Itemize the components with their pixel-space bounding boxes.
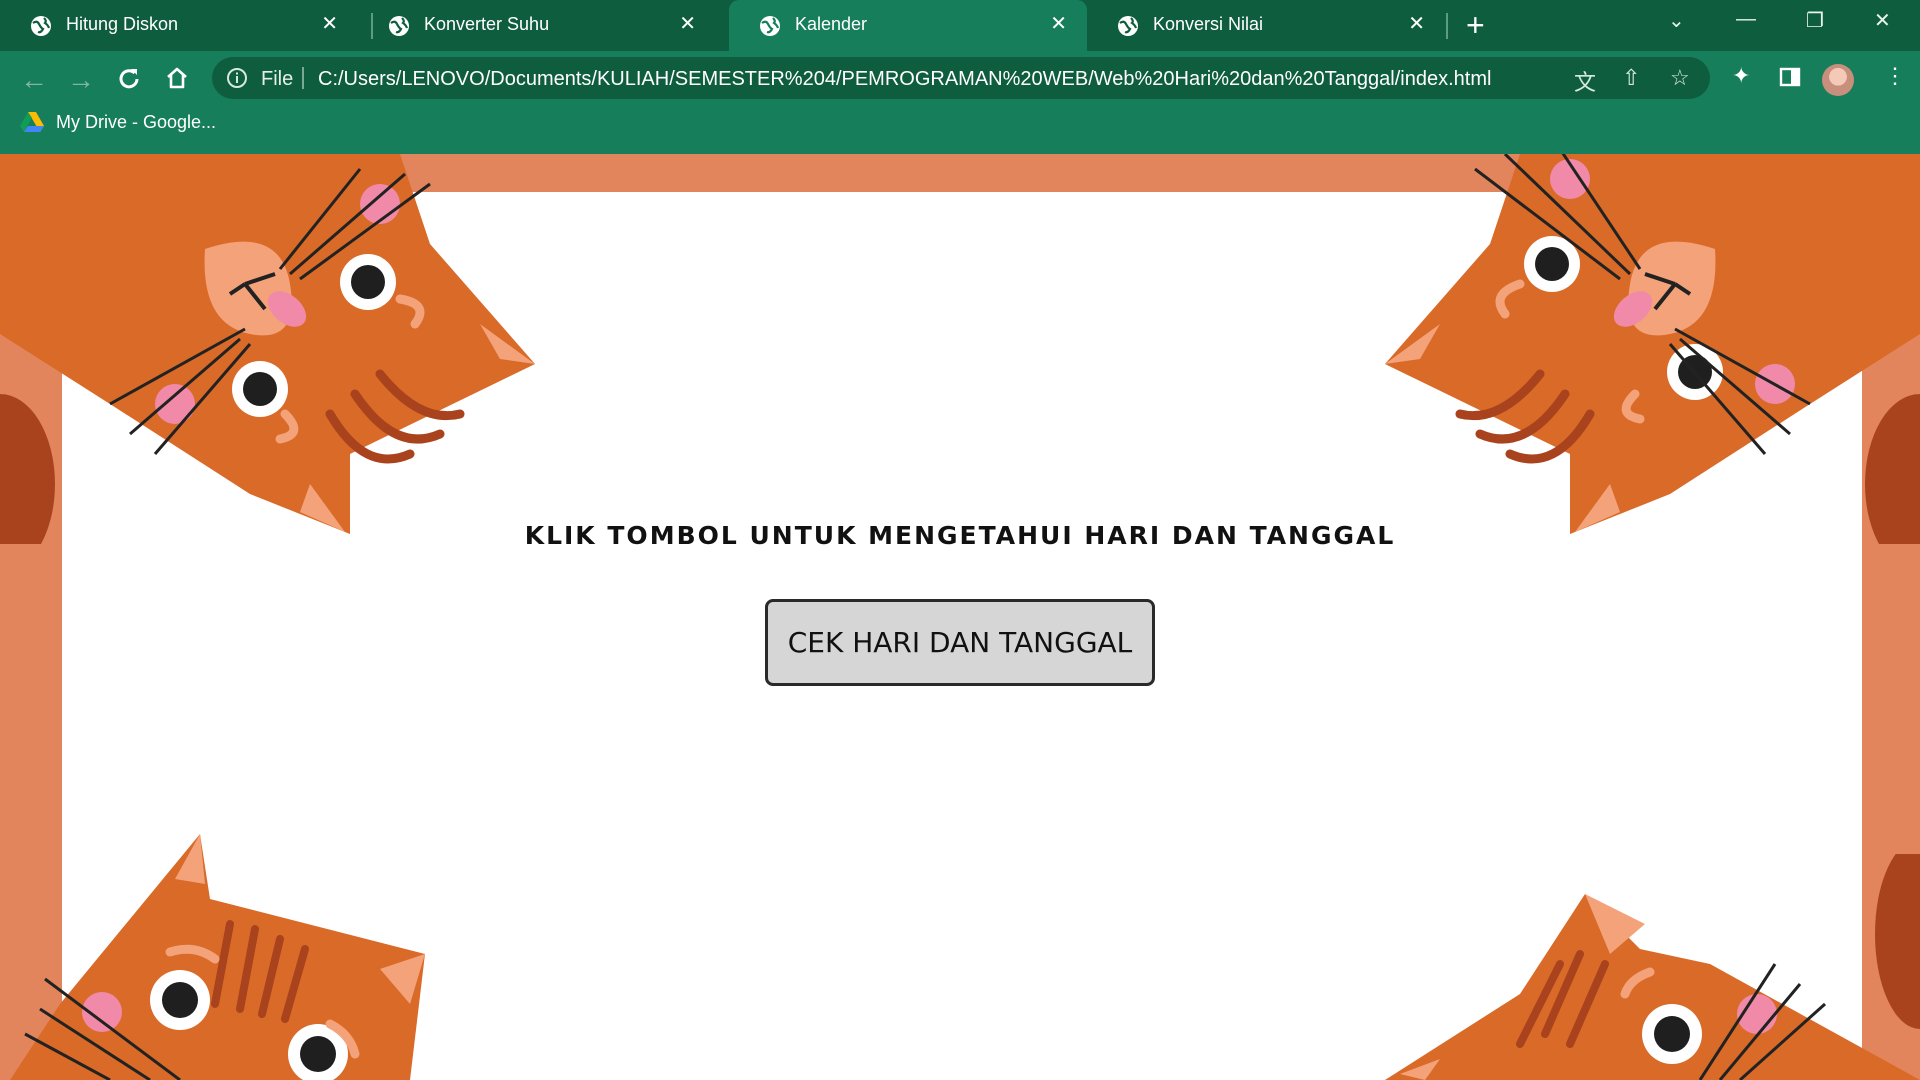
address-bar[interactable]: File C:/Users/LENOVO/Documents/KULIAH/SE… bbox=[212, 57, 1710, 99]
cat-illustration-top-left bbox=[0, 154, 535, 544]
tab-konverter-suhu[interactable]: Konverter Suhu ✕ bbox=[358, 0, 716, 51]
bookmark-my-drive[interactable]: My Drive - Google... bbox=[20, 111, 216, 133]
tab-title: Kalender bbox=[795, 14, 868, 34]
omnibox-divider bbox=[302, 67, 304, 89]
new-tab-button[interactable]: + bbox=[1466, 9, 1485, 41]
scheme-label: File bbox=[261, 68, 294, 90]
tab-separator bbox=[1446, 13, 1448, 39]
close-icon[interactable]: ✕ bbox=[1050, 13, 1067, 35]
tab-search-dropdown-icon[interactable]: ⌄ bbox=[1668, 8, 1685, 33]
url-text[interactable]: C:/Users/LENOVO/Documents/KULIAH/SEMESTE… bbox=[318, 68, 1491, 91]
side-panel-icon[interactable] bbox=[1779, 66, 1801, 88]
close-icon[interactable]: ✕ bbox=[1408, 13, 1425, 35]
globe-icon bbox=[31, 16, 51, 36]
globe-icon bbox=[389, 16, 409, 36]
cat-illustration-bottom-right bbox=[1385, 854, 1920, 1080]
minimize-button[interactable]: — bbox=[1736, 8, 1756, 31]
cat-illustration-bottom-left bbox=[10, 834, 425, 1080]
page-heading: KLIK TOMBOL UNTUK MENGETAHUI HARI DAN TA… bbox=[524, 521, 1396, 550]
tab-title: Hitung Diskon bbox=[66, 14, 179, 34]
translate-icon[interactable]: 文 bbox=[1574, 65, 1596, 97]
tab-strip: Hitung Diskon ✕ Konverter Suhu ✕ Kalende… bbox=[0, 0, 1920, 51]
back-arrow-icon[interactable]: ← bbox=[20, 65, 48, 95]
cat-illustration-top-right bbox=[1385, 154, 1920, 544]
google-drive-icon bbox=[20, 112, 44, 132]
close-icon[interactable]: ✕ bbox=[321, 13, 338, 35]
globe-icon bbox=[760, 16, 780, 36]
home-icon[interactable] bbox=[164, 65, 190, 91]
menu-kebab-icon[interactable]: ⋮ bbox=[1884, 63, 1906, 89]
tab-title: Konverter Suhu bbox=[424, 14, 550, 34]
info-icon[interactable] bbox=[226, 67, 248, 89]
restore-button[interactable]: ❐ bbox=[1806, 8, 1824, 33]
reload-icon[interactable] bbox=[116, 66, 142, 92]
browser-toolbar: ← → File C:/Users/LENOVO/Documents/KULIA… bbox=[0, 51, 1920, 154]
tab-kalender[interactable]: Kalender ✕ bbox=[729, 0, 1087, 51]
window-close-button[interactable]: ✕ bbox=[1874, 8, 1891, 33]
bookmark-label: My Drive - Google... bbox=[56, 111, 217, 132]
tab-hitung-diskon[interactable]: Hitung Diskon ✕ bbox=[0, 0, 358, 51]
tab-title: Konversi Nilai bbox=[1153, 14, 1264, 34]
close-icon[interactable]: ✕ bbox=[679, 13, 696, 35]
globe-icon bbox=[1118, 16, 1138, 36]
tab-konversi-nilai[interactable]: Konversi Nilai ✕ bbox=[1087, 0, 1445, 51]
cek-hari-dan-tanggal-button[interactable]: CEK HARI DAN TANGGAL bbox=[765, 599, 1155, 686]
extensions-icon[interactable]: ✦ bbox=[1732, 63, 1750, 89]
page-content: KLIK TOMBOL UNTUK MENGETAHUI HARI DAN TA… bbox=[0, 154, 1920, 1080]
profile-avatar[interactable] bbox=[1822, 64, 1854, 96]
share-icon[interactable]: ⇧ bbox=[1622, 65, 1640, 91]
forward-arrow-icon[interactable]: → bbox=[67, 65, 95, 95]
star-icon[interactable]: ☆ bbox=[1670, 65, 1690, 91]
